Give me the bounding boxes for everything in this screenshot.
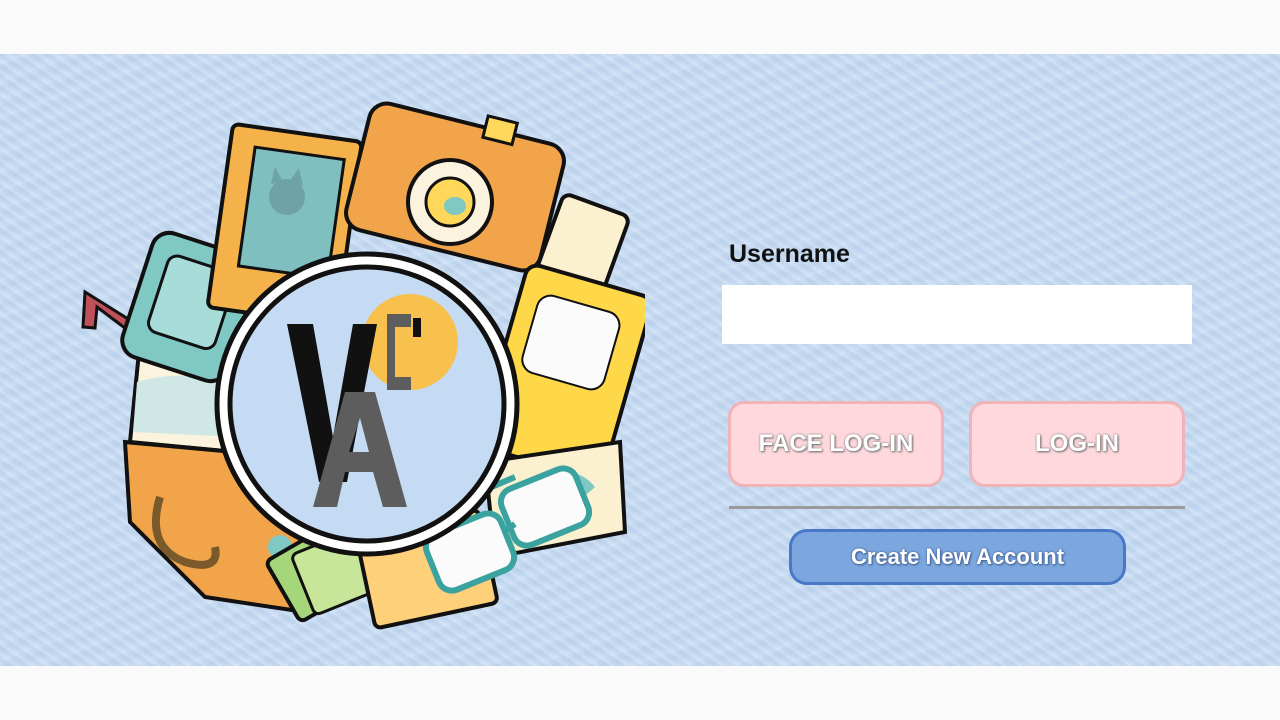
login-button[interactable]: LOG-IN	[969, 401, 1185, 487]
camera-icon	[344, 101, 566, 273]
vca-emblem	[214, 251, 520, 557]
divider	[729, 506, 1185, 509]
face-login-button[interactable]: FACE LOG-IN	[728, 401, 944, 487]
login-screen: Username FACE LOG-IN LOG-IN Create New A…	[0, 54, 1280, 666]
username-label: Username	[729, 240, 850, 268]
app-logo-illustration	[81, 101, 645, 630]
username-input[interactable]	[722, 285, 1192, 344]
create-account-button[interactable]: Create New Account	[789, 529, 1126, 585]
